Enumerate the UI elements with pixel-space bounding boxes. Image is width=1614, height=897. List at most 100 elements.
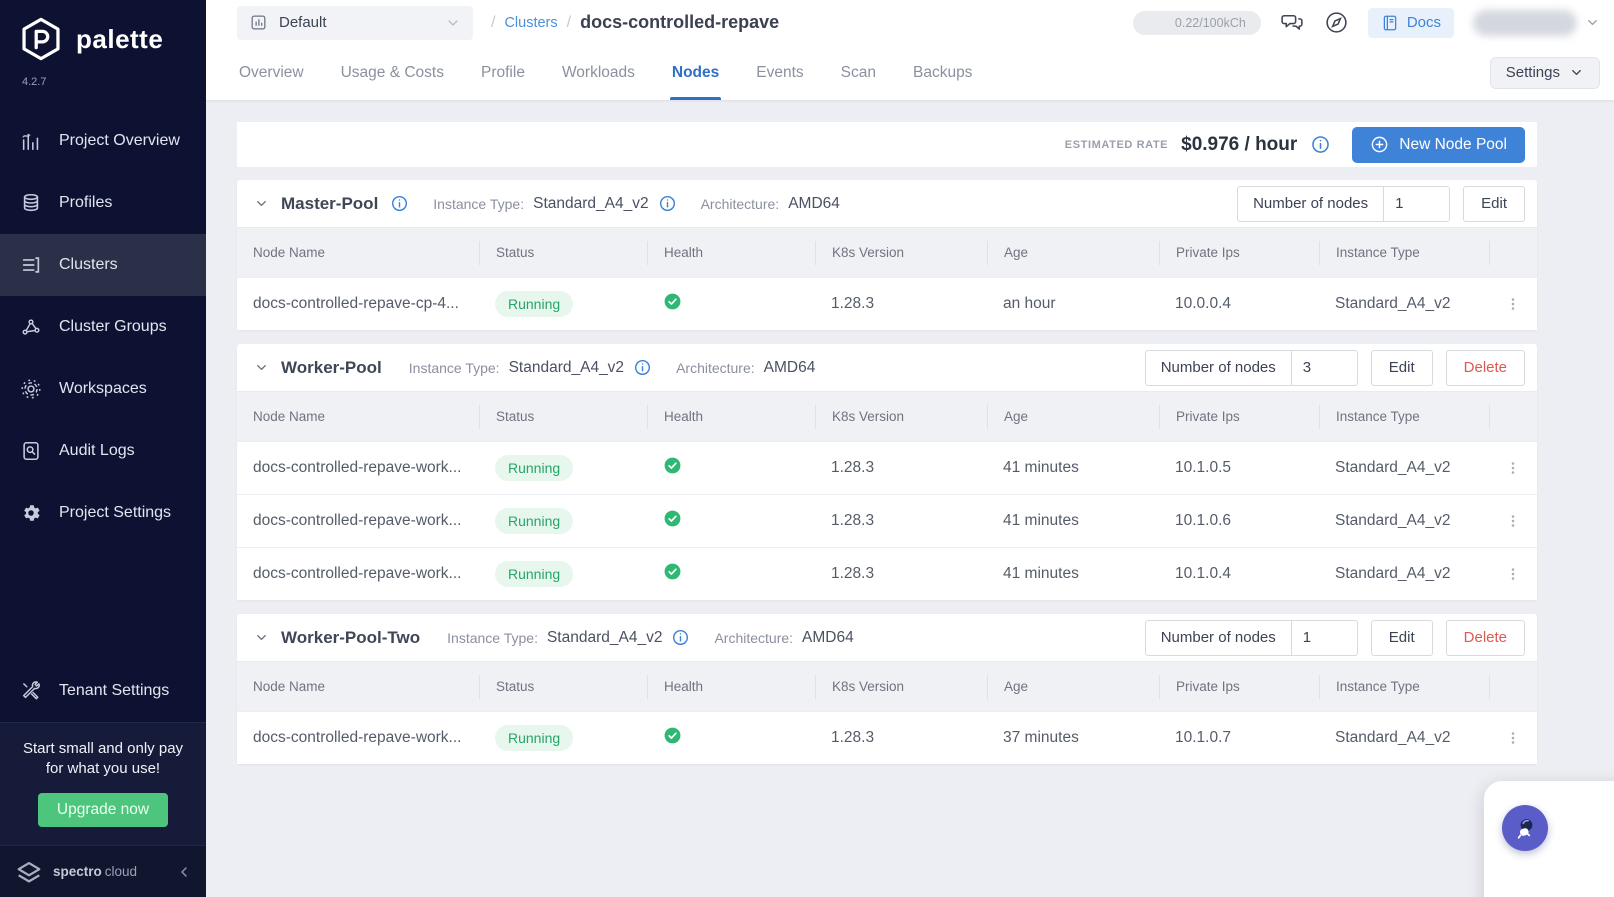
logo-row: palette bbox=[0, 0, 206, 62]
column-header-health: Health bbox=[647, 674, 815, 699]
instance-type-label: Instance Type: bbox=[447, 629, 538, 646]
instance-type-label: Instance Type: bbox=[408, 359, 500, 376]
architecture-value: AMD64 bbox=[788, 194, 840, 212]
k8s-version: 1.28.3 bbox=[831, 459, 875, 476]
topbar: Default / Clusters / docs-controlled-rep… bbox=[206, 0, 1614, 45]
compass-icon[interactable] bbox=[1324, 10, 1349, 35]
tab-profile[interactable]: Profile bbox=[479, 45, 527, 100]
sidebar-item-profiles[interactable]: Profiles bbox=[0, 172, 206, 234]
tab-overview[interactable]: Overview bbox=[237, 45, 306, 100]
chevron-down-icon[interactable] bbox=[254, 196, 269, 211]
edit-button[interactable]: Edit bbox=[1370, 619, 1433, 656]
tab-workloads[interactable]: Workloads bbox=[560, 45, 637, 100]
chevron-down-icon bbox=[1585, 15, 1600, 30]
row-menu-button[interactable] bbox=[1489, 295, 1537, 313]
table-header-row: Node Name Status Health K8s Version Age Priva… bbox=[237, 391, 1537, 441]
chevron-down-icon[interactable] bbox=[254, 630, 269, 645]
nodes-count-input[interactable] bbox=[1290, 350, 1357, 385]
table-body: docs-controlled-repave-work... Running 1… bbox=[237, 441, 1537, 600]
tab-usage-costs[interactable]: Usage & Costs bbox=[339, 45, 446, 100]
edit-button[interactable]: Edit bbox=[1463, 185, 1525, 222]
app-name: palette bbox=[76, 23, 164, 54]
number-of-nodes-label: Number of nodes bbox=[1160, 359, 1276, 376]
sidebar-item-cluster-groups[interactable]: Cluster Groups bbox=[0, 296, 206, 358]
chat-icon[interactable] bbox=[1280, 10, 1305, 35]
row-menu-button[interactable] bbox=[1489, 459, 1537, 477]
edit-button[interactable]: Edit bbox=[1370, 349, 1433, 386]
chevron-down-icon[interactable] bbox=[254, 360, 269, 375]
nodes-count-input[interactable] bbox=[1290, 620, 1357, 655]
sidebar-item-clusters[interactable]: Clusters bbox=[0, 234, 206, 296]
table-row: docs-controlled-repave-work... Running 1… bbox=[237, 441, 1537, 494]
sidebar-item-workspaces[interactable]: Workspaces bbox=[0, 358, 206, 420]
row-menu-button[interactable] bbox=[1489, 512, 1537, 530]
settings-button[interactable]: Settings bbox=[1489, 56, 1600, 89]
upgrade-now-button[interactable]: Upgrade now bbox=[37, 793, 169, 827]
private-ip: 10.0.0.4 bbox=[1175, 295, 1232, 312]
column-header-age: Age bbox=[987, 404, 1159, 429]
sidebar-item-project-settings[interactable]: Project Settings bbox=[0, 482, 206, 544]
status-badge: Running bbox=[495, 508, 574, 534]
column-header-private-ips: Private Ips bbox=[1159, 404, 1319, 429]
breadcrumb-clusters-link[interactable]: Clusters bbox=[504, 15, 557, 31]
docs-button[interactable]: Docs bbox=[1367, 7, 1454, 38]
sidebar-item-project-overview[interactable]: Project Overview bbox=[0, 110, 206, 172]
delete-button[interactable]: Delete bbox=[1445, 349, 1525, 386]
column-header-instance-type: Instance Type bbox=[1319, 240, 1489, 265]
architecture-label: Architecture: bbox=[714, 629, 794, 646]
column-header-age: Age bbox=[987, 240, 1159, 265]
instance-type-value: Standard_A4_v2 bbox=[546, 628, 663, 646]
pool-name: Worker-Pool-Two bbox=[281, 627, 421, 647]
info-icon[interactable] bbox=[658, 194, 677, 213]
private-ip: 10.1.0.5 bbox=[1175, 459, 1232, 476]
user-name-redacted bbox=[1473, 9, 1577, 36]
status-badge: Running bbox=[495, 725, 574, 751]
nodes-count-input[interactable] bbox=[1383, 186, 1450, 221]
book-icon bbox=[1381, 14, 1399, 32]
audit-icon bbox=[20, 440, 42, 462]
node-age: an hour bbox=[1003, 295, 1056, 312]
node-name: docs-controlled-repave-work... bbox=[253, 459, 462, 476]
tools-icon bbox=[20, 680, 42, 702]
k8s-version: 1.28.3 bbox=[831, 295, 875, 312]
column-header-age: Age bbox=[987, 674, 1159, 699]
breadcrumb-current-cluster: docs-controlled-repave bbox=[580, 12, 780, 32]
instance-type: Standard_A4_v2 bbox=[1335, 512, 1451, 529]
column-header-k8s-version: K8s Version bbox=[815, 674, 987, 699]
number-of-nodes-label: Number of nodes bbox=[1253, 195, 1369, 212]
estimated-rate-value: $0.976 / hour bbox=[1181, 133, 1298, 155]
user-menu[interactable] bbox=[1473, 9, 1600, 36]
tab-backups[interactable]: Backups bbox=[911, 45, 974, 100]
estimated-rate-bar: ESTIMATED RATE $0.976 / hour New Node Po… bbox=[237, 122, 1537, 167]
sidebar-item-tenant-settings[interactable]: Tenant Settings bbox=[0, 660, 206, 722]
pool-actions: Number of nodes Edit Delete bbox=[1144, 619, 1525, 656]
row-menu-button[interactable] bbox=[1489, 729, 1537, 747]
info-icon[interactable] bbox=[1310, 134, 1331, 155]
info-icon[interactable] bbox=[671, 628, 690, 647]
chevron-down-icon bbox=[445, 15, 461, 31]
info-icon[interactable] bbox=[390, 194, 409, 213]
collapse-sidebar-icon[interactable] bbox=[176, 864, 192, 880]
column-header-status: Status bbox=[479, 240, 647, 265]
info-icon[interactable] bbox=[633, 358, 652, 377]
new-node-pool-button[interactable]: New Node Pool bbox=[1352, 126, 1525, 163]
topbar-right: 0.22/100kCh Docs bbox=[1132, 7, 1600, 38]
number-of-nodes-control: Number of nodes bbox=[1144, 349, 1358, 386]
column-header-instance-type: Instance Type bbox=[1319, 674, 1489, 699]
sidebar-item-label: Clusters bbox=[59, 256, 118, 273]
sidebar-item-audit-logs[interactable]: Audit Logs bbox=[0, 420, 206, 482]
delete-button[interactable]: Delete bbox=[1445, 619, 1525, 656]
help-astronaut-fab[interactable] bbox=[1502, 805, 1548, 851]
tab-events[interactable]: Events bbox=[754, 45, 805, 100]
node-age: 41 minutes bbox=[1003, 565, 1079, 582]
usage-quota-badge: 0.22/100kCh bbox=[1132, 10, 1261, 35]
project-selector-dropdown[interactable]: Default bbox=[237, 5, 473, 40]
node-age: 37 minutes bbox=[1003, 729, 1079, 746]
kebab-icon bbox=[1504, 512, 1522, 530]
tab-nodes[interactable]: Nodes bbox=[669, 45, 722, 100]
row-menu-button[interactable] bbox=[1489, 565, 1537, 583]
tab-scan[interactable]: Scan bbox=[839, 45, 878, 100]
column-header-health: Health bbox=[647, 240, 815, 265]
k8s-version: 1.28.3 bbox=[831, 565, 875, 582]
table-body: docs-controlled-repave-cp-4... Running 1… bbox=[237, 277, 1537, 330]
